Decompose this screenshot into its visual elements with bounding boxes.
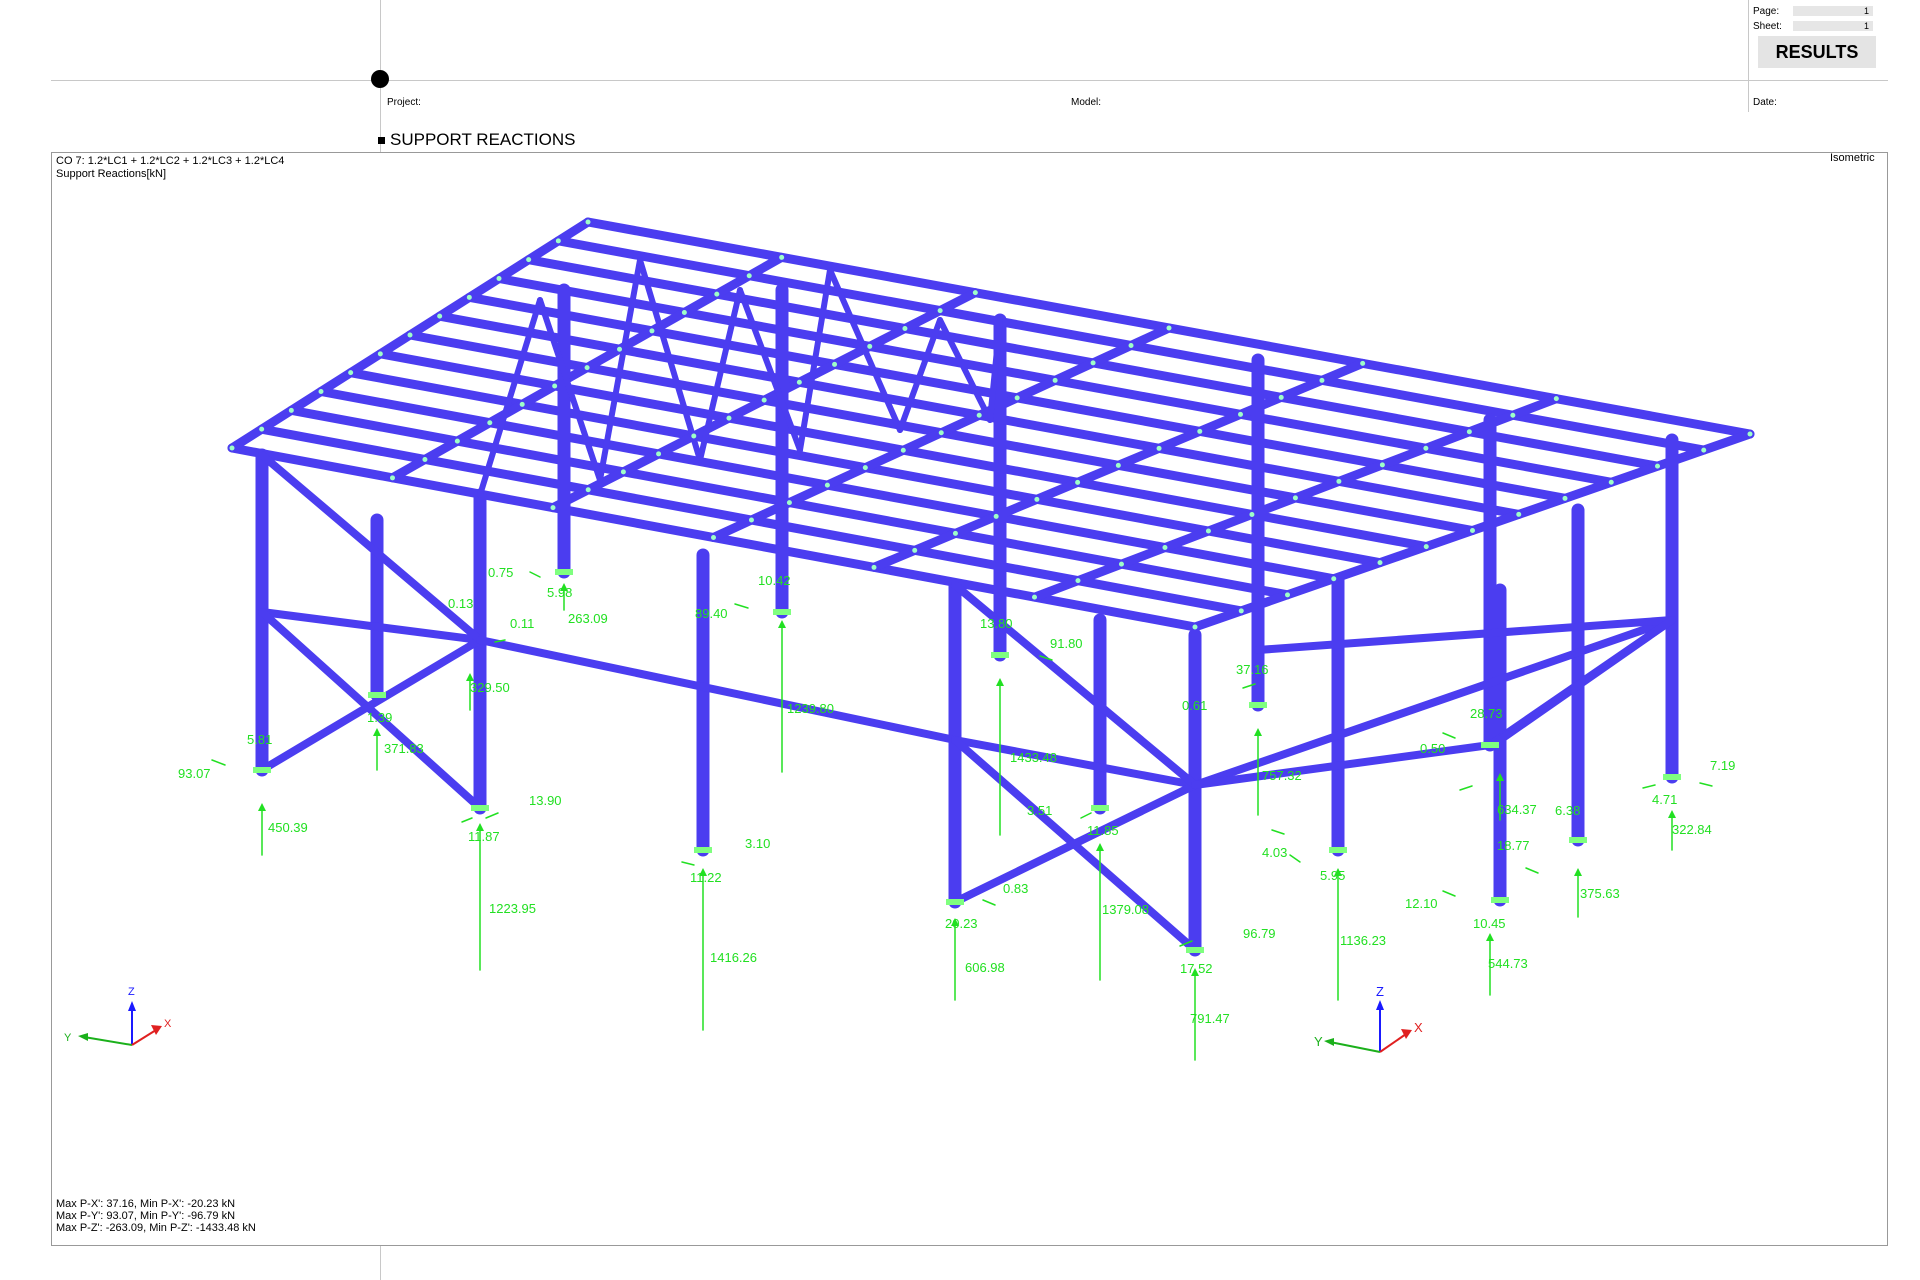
model-viewport[interactable] <box>51 152 1888 1246</box>
load-combination-label: CO 7: 1.2*LC1 + 1.2*LC2 + 1.2*LC3 + 1.2*… <box>56 155 285 167</box>
results-button[interactable]: RESULTS <box>1758 36 1876 68</box>
page-number: 1 <box>1793 6 1873 16</box>
section-title: SUPPORT REACTIONS <box>390 130 576 149</box>
model-label: Model: <box>1071 97 1102 108</box>
summary-pz: Max P-Z': -263.09, Min P-Z': -1433.48 kN <box>56 1222 256 1234</box>
result-type-label: Support Reactions[kN] <box>56 168 167 180</box>
summary-px: Max P-X': 37.16, Min P-X': -20.23 kN <box>56 1198 236 1210</box>
sheet-number: 1 <box>1793 21 1873 31</box>
date-label: Date: <box>1753 97 1777 108</box>
header-right-divider <box>1748 0 1749 112</box>
header-marker-dot <box>371 70 389 88</box>
footer-vertical-divider <box>380 1246 381 1280</box>
summary-py: Max P-Y': 93.07, Min P-Y': -96.79 kN <box>56 1210 236 1222</box>
section-bullet-icon <box>378 137 385 144</box>
sheet-label: Sheet: <box>1753 21 1782 32</box>
project-label: Project: <box>387 97 421 108</box>
projection-label: Isometric <box>1830 152 1875 164</box>
header-divider <box>51 80 1888 81</box>
page-label: Page: <box>1753 6 1780 17</box>
